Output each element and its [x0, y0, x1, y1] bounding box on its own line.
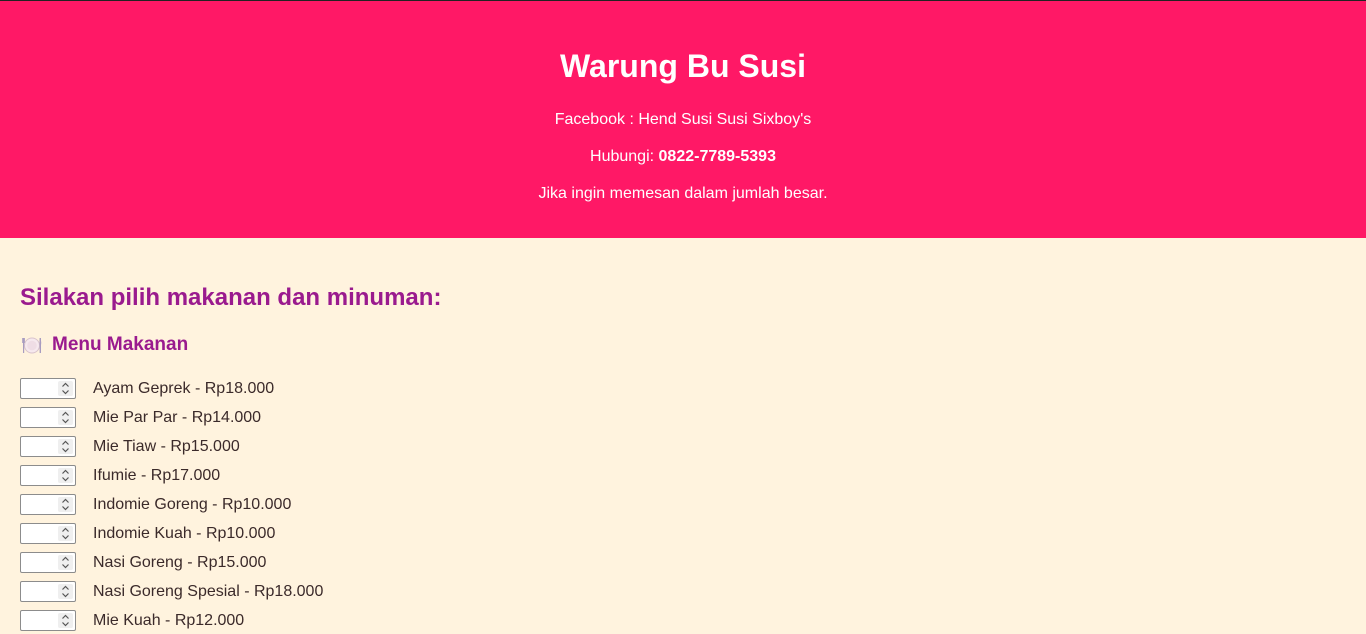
menu-item: Nasi Goreng Spesial - Rp18.000 [20, 577, 1346, 606]
quantity-stepper[interactable] [58, 526, 73, 541]
food-menu-list: Ayam Geprek - Rp18.000 Mie Par Par - Rp1… [20, 374, 1346, 634]
stepper-arrows-icon [62, 469, 69, 482]
quantity-stepper[interactable] [58, 439, 73, 454]
menu-item: Ayam Geprek - Rp18.000 [20, 374, 1346, 403]
menu-item: Mie Par Par - Rp14.000 [20, 403, 1346, 432]
site-header: Warung Bu Susi Facebook : Hend Susi Susi… [0, 1, 1366, 238]
quantity-stepper[interactable] [58, 468, 73, 483]
quantity-input[interactable] [20, 378, 76, 399]
quantity-input[interactable] [20, 581, 76, 602]
menu-item: Nasi Goreng - Rp15.000 [20, 548, 1346, 577]
contact-line: Hubungi: 0822-7789-5393 [0, 147, 1366, 167]
plate-cutlery-icon [22, 335, 42, 355]
stepper-arrows-icon [62, 556, 69, 569]
menu-item: Indomie Goreng - Rp10.000 [20, 490, 1346, 519]
quantity-input[interactable] [20, 610, 76, 631]
quantity-stepper[interactable] [58, 497, 73, 512]
menu-item: Ifumie - Rp17.000 [20, 461, 1346, 490]
quantity-input[interactable] [20, 552, 76, 573]
quantity-input[interactable] [20, 494, 76, 515]
quantity-stepper[interactable] [58, 381, 73, 396]
quantity-input[interactable] [20, 436, 76, 457]
menu-item: Mie Kuah - Rp12.000 [20, 606, 1346, 634]
stepper-arrows-icon [62, 527, 69, 540]
quantity-stepper[interactable] [58, 555, 73, 570]
section-heading: Silakan pilih makanan dan minuman: [20, 284, 442, 311]
menu-item-label: Indomie Kuah - Rp10.000 [93, 524, 276, 542]
menu-item-label: Indomie Goreng - Rp10.000 [93, 495, 292, 513]
contact-label: Hubungi: [590, 148, 659, 165]
stepper-arrows-icon [62, 440, 69, 453]
page-title: Warung Bu Susi [560, 48, 806, 84]
menu-item-label: Nasi Goreng Spesial - Rp18.000 [93, 582, 324, 600]
menu-item: Mie Tiaw - Rp15.000 [20, 432, 1346, 461]
menu-item: Indomie Kuah - Rp10.000 [20, 519, 1346, 548]
menu-item-label: Ayam Geprek - Rp18.000 [93, 379, 275, 397]
quantity-stepper[interactable] [58, 410, 73, 425]
menu-item-label: Mie Tiaw - Rp15.000 [93, 437, 240, 455]
food-menu-label: Menu Makanan [52, 334, 189, 355]
menu-item-label: Ifumie - Rp17.000 [93, 466, 221, 484]
menu-item-label: Nasi Goreng - Rp15.000 [93, 553, 267, 571]
order-form: Silakan pilih makanan dan minuman: Menu … [0, 238, 1366, 634]
quantity-stepper[interactable] [58, 584, 73, 599]
menu-item-label: Mie Kuah - Rp12.000 [93, 611, 245, 629]
quantity-stepper[interactable] [58, 613, 73, 628]
stepper-arrows-icon [62, 614, 69, 627]
menu-item-label: Mie Par Par - Rp14.000 [93, 408, 262, 426]
stepper-arrows-icon [62, 411, 69, 424]
quantity-input[interactable] [20, 523, 76, 544]
stepper-arrows-icon [62, 585, 69, 598]
stepper-arrows-icon [62, 382, 69, 395]
food-menu-title: Menu Makanan [20, 333, 1346, 357]
facebook-info: Facebook : Hend Susi Susi Sixboy's [554, 111, 812, 128]
quantity-input[interactable] [20, 465, 76, 486]
quantity-input[interactable] [20, 407, 76, 428]
stepper-arrows-icon [62, 498, 69, 511]
contact-phone: 0822-7789-5393 [658, 148, 776, 165]
bulk-order-note: Jika ingin memesan dalam jumlah besar. [538, 185, 828, 202]
